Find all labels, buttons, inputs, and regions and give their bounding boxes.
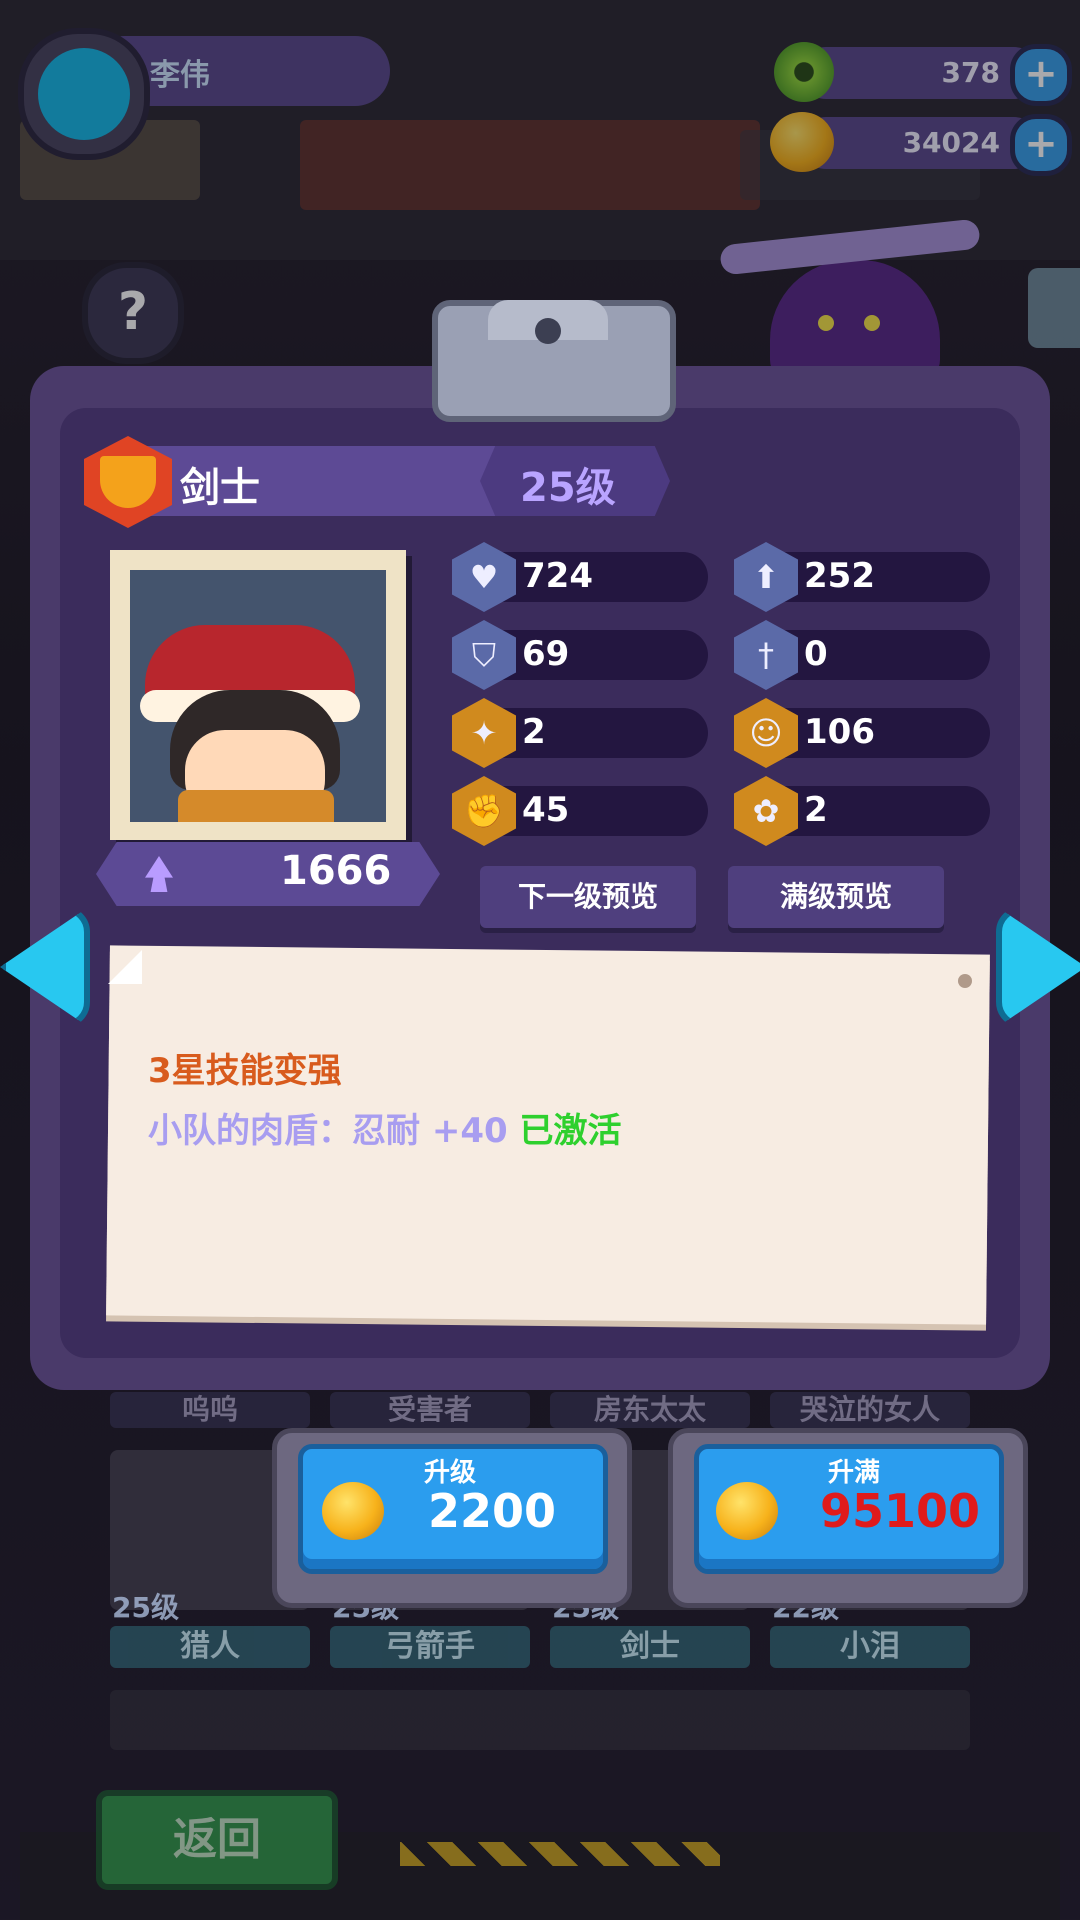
stat-attack: 252 xyxy=(804,556,875,596)
hero-level: 25级 xyxy=(520,465,616,511)
max-upgrade-cost: 95100 xyxy=(820,1484,981,1538)
gold-coin-icon xyxy=(322,1482,384,1540)
upgrade-cost: 2200 xyxy=(428,1484,557,1538)
roster-name-tab[interactable]: 猎人 xyxy=(110,1626,310,1668)
class-name: 剑士 xyxy=(180,465,260,511)
skill-status: 已激活 xyxy=(519,1111,622,1151)
note-pin xyxy=(958,974,972,988)
sword-glyph: † xyxy=(758,636,774,674)
roster-name-tab[interactable]: 小泪 xyxy=(770,1626,970,1668)
power-value: 1666 xyxy=(280,848,392,894)
roster-card-row xyxy=(110,1690,970,1750)
stat-speed: 2 xyxy=(522,712,546,752)
max-level-preview-button[interactable]: 满级预览 xyxy=(728,866,944,928)
gold-coin-icon xyxy=(716,1482,778,1540)
stat-charm: 106 xyxy=(804,712,875,752)
stat-hp: 724 xyxy=(522,556,593,596)
hero-body xyxy=(178,790,334,822)
boot-glyph: ✦ xyxy=(470,714,498,752)
stat-strength: 45 xyxy=(522,790,570,830)
roster-tab: 哭泣的女人 xyxy=(770,1392,970,1428)
roster-level: 25级 xyxy=(112,1591,179,1624)
skill-note-line: 小队的肉盾：忍耐 +40 已激活 xyxy=(148,1103,621,1152)
roster-name-tab[interactable]: 剑士 xyxy=(550,1626,750,1668)
clip-hole xyxy=(535,318,561,344)
skill-name: 小队的肉盾：忍耐 +40 xyxy=(148,1111,508,1151)
heart-glyph: ♥ xyxy=(469,558,499,596)
stat-defense: 69 xyxy=(522,634,570,674)
back-button[interactable]: 返回 xyxy=(96,1790,338,1890)
next-level-preview-button[interactable]: 下一级预览 xyxy=(480,866,696,928)
arrow-glyph: ⬆ xyxy=(752,558,780,596)
hazard-stripe xyxy=(400,1842,720,1866)
brain-glyph: ✿ xyxy=(752,792,780,830)
shield-glyph: ⛉ xyxy=(471,636,496,674)
muscle-glyph: ✊ xyxy=(464,792,504,830)
roster-tab: 受害者 xyxy=(330,1392,530,1428)
stat-intellect: 2 xyxy=(804,790,828,830)
roster-name-tab[interactable]: 弓箭手 xyxy=(330,1626,530,1668)
roster-tab: 房东太太 xyxy=(550,1392,750,1428)
stat-crit: 0 xyxy=(804,634,828,674)
roster-tab: 呜呜 xyxy=(110,1392,310,1428)
skill-note-title: 3星技能变强 xyxy=(148,1051,342,1091)
smile-glyph: ☺ xyxy=(749,714,783,752)
